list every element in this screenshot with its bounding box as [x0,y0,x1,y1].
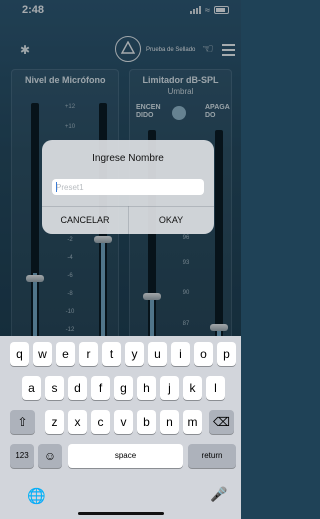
key-n[interactable]: n [160,410,179,434]
key-g[interactable]: g [114,376,133,400]
key-o[interactable]: o [194,342,213,366]
key-t[interactable]: t [102,342,121,366]
text-caret [56,182,57,192]
shift-icon: ⇧ [17,415,28,429]
key-p[interactable]: p [217,342,236,366]
key-v[interactable]: v [114,410,133,434]
key-a[interactable]: a [22,376,41,400]
key-l[interactable]: l [206,376,225,400]
key-j[interactable]: j [160,376,179,400]
key-y[interactable]: y [125,342,144,366]
preset-name-input[interactable] [52,179,204,195]
microphone-icon[interactable]: 🎤 [210,486,227,503]
space-key[interactable]: space [68,444,183,468]
key-i[interactable]: i [171,342,190,366]
key-q[interactable]: q [10,342,29,366]
key-r[interactable]: r [79,342,98,366]
backspace-key[interactable]: ⌫ [209,410,234,434]
globe-icon[interactable]: 🌐 [27,487,46,505]
key-k[interactable]: k [183,376,202,400]
key-c[interactable]: c [91,410,110,434]
numbers-key[interactable]: 123 [10,444,34,468]
emoji-icon: ☺ [43,449,57,463]
dialog-title: Ingrese Nombre [92,153,164,164]
emoji-key[interactable]: ☺ [38,444,62,468]
key-s[interactable]: s [45,376,64,400]
key-z[interactable]: z [45,410,64,434]
key-m[interactable]: m [183,410,202,434]
cancel-button[interactable]: CANCELAR [42,207,128,234]
okay-button[interactable]: OKAY [128,207,214,234]
key-u[interactable]: u [148,342,167,366]
backspace-icon: ⌫ [213,415,230,429]
key-w[interactable]: w [33,342,52,366]
return-key[interactable]: return [188,444,236,468]
key-e[interactable]: e [56,342,75,366]
shift-key[interactable]: ⇧ [10,410,35,434]
key-h[interactable]: h [137,376,156,400]
key-x[interactable]: x [68,410,87,434]
key-d[interactable]: d [68,376,87,400]
name-dialog: Ingrese Nombre CANCELAR OKAY [42,140,214,234]
key-b[interactable]: b [137,410,156,434]
key-f[interactable]: f [91,376,110,400]
home-indicator [78,512,164,515]
